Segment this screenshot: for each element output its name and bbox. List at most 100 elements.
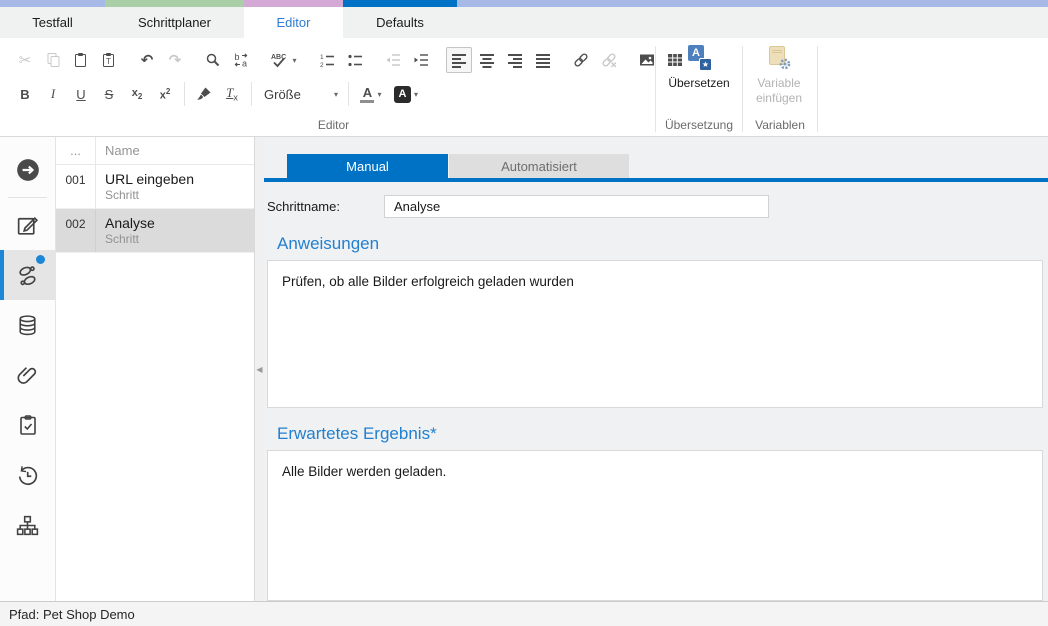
step-title: Analyse (105, 215, 155, 231)
background-color-button[interactable]: A ▾ (389, 81, 423, 107)
remove-link-button[interactable] (596, 47, 622, 73)
spellcheck-icon: ABC (271, 52, 289, 68)
cut-icon: ✂ (19, 53, 32, 68)
italic-button[interactable]: I (40, 81, 66, 107)
image-icon (639, 52, 655, 68)
tab-color-strip (244, 0, 343, 7)
chevron-down-icon: ▾ (334, 90, 338, 99)
sidebar-item-hierarchy[interactable] (0, 500, 55, 550)
sidebar-item-data[interactable] (0, 300, 55, 350)
database-icon (15, 313, 40, 338)
step-number: 002 (56, 209, 96, 252)
step-row-001[interactable]: 001 URL eingeben Schritt (56, 165, 254, 209)
clear-formatting-button[interactable]: Tx (219, 81, 245, 107)
bullet-list-button[interactable] (342, 47, 368, 73)
sidebar-item-history[interactable] (0, 450, 55, 500)
outdent-icon (385, 52, 401, 68)
redo-button[interactable]: ↷ (162, 47, 188, 73)
align-center-button[interactable] (474, 47, 500, 73)
stepname-input[interactable] (384, 195, 769, 218)
tab-editor[interactable]: Editor (244, 0, 343, 38)
stepname-row: Schrittname: (267, 195, 1043, 218)
sidebar-item-steps[interactable] (0, 250, 55, 300)
translate-icon: A ★ (685, 45, 713, 71)
sidebar-item-goto[interactable] (0, 145, 55, 195)
tab-label: Defaults (343, 7, 457, 38)
chevron-down-icon: ▾ (377, 90, 381, 99)
paste-button[interactable] (68, 47, 94, 73)
superscript-icon: x2 (160, 87, 171, 102)
window-tabbar: Testfall Schrittplaner Editor Defaults (0, 0, 1048, 38)
editor-tabs: Manual Automatisiert (267, 154, 1043, 178)
tab-schrittplaner[interactable]: Schrittplaner (105, 0, 244, 38)
group-label-translation: Übersetzung (656, 118, 742, 136)
font-size-dropdown[interactable]: Größe ▾ (258, 82, 342, 106)
instructions-textarea[interactable]: Prüfen, ob alle Bilder erfolgreich gelad… (267, 260, 1043, 408)
strikethrough-button[interactable]: S (96, 81, 122, 107)
expected-result-textarea[interactable]: Alle Bilder werden geladen. (267, 450, 1043, 601)
panel-splitter[interactable]: ◀ (255, 137, 264, 601)
path-label: Pfad: Pet Shop Demo (9, 607, 135, 622)
tab-color-strip (457, 0, 1048, 7)
collapse-left-icon[interactable]: ◀ (256, 365, 262, 374)
background-color-icon: A (394, 86, 411, 103)
search-button[interactable] (200, 47, 226, 73)
replace-button[interactable]: ba (228, 47, 254, 73)
align-left-button[interactable] (446, 47, 472, 73)
font-color-icon: A (360, 86, 374, 103)
tab-color-strip (0, 0, 105, 7)
font-color-button[interactable]: A ▾ (355, 81, 387, 107)
sidebar-divider (8, 197, 47, 198)
svg-text:a: a (242, 59, 247, 69)
link-icon (573, 52, 589, 68)
align-right-button[interactable] (502, 47, 528, 73)
steps-icon (15, 262, 41, 288)
separator (348, 82, 349, 106)
separator (184, 82, 185, 106)
format-painter-button[interactable] (191, 81, 217, 107)
justify-button[interactable] (530, 47, 556, 73)
sidebar-item-checklist[interactable] (0, 400, 55, 450)
tab-manual[interactable]: Manual (287, 154, 448, 178)
svg-text:b: b (235, 52, 240, 62)
spellcheck-button[interactable]: ABC ▾ (266, 47, 302, 73)
ordered-list-button[interactable]: 12 (314, 47, 340, 73)
align-left-icon (451, 52, 467, 68)
redo-icon: ↷ (169, 53, 182, 68)
paste-as-text-button[interactable]: T (96, 47, 122, 73)
step-editor: Manual Automatisiert Schrittname: Anweis… (264, 137, 1048, 601)
insert-link-button[interactable] (568, 47, 594, 73)
insert-variable-button[interactable]: Variable einfügen (743, 38, 815, 106)
tab-defaults[interactable]: Defaults (343, 0, 457, 38)
superscript-button[interactable]: x2 (152, 81, 178, 107)
sidebar-item-edit[interactable] (0, 200, 55, 250)
tab-label: Editor (244, 7, 343, 38)
font-size-value: Größe (264, 87, 301, 102)
svg-text:2: 2 (320, 62, 324, 68)
copy-button[interactable] (40, 47, 66, 73)
step-subtitle: Schritt (105, 232, 155, 246)
translate-button[interactable]: A ★ Übersetzen (656, 38, 742, 91)
tab-color-strip (105, 0, 244, 7)
undo-button[interactable]: ↶ (134, 47, 160, 73)
tab-testfall[interactable]: Testfall (0, 0, 105, 38)
separator (251, 82, 252, 106)
svg-text:T: T (106, 57, 111, 66)
indent-icon (413, 52, 429, 68)
step-row-002[interactable]: 002 Analyse Schritt (56, 209, 254, 253)
edit-icon (15, 213, 40, 238)
sidebar-item-attachments[interactable] (0, 350, 55, 400)
replace-icon: ba (233, 52, 249, 68)
bold-button[interactable]: B (12, 81, 38, 107)
subscript-button[interactable]: x2 (124, 81, 150, 107)
cut-button[interactable]: ✂ (12, 47, 38, 73)
paste-icon (73, 52, 89, 68)
outdent-button[interactable] (380, 47, 406, 73)
gear-icon (778, 57, 792, 71)
ribbon: ✂ T ↶ ↷ ba ABC ▾ (0, 38, 1048, 137)
indent-button[interactable] (408, 47, 434, 73)
tab-automatisiert[interactable]: Automatisiert (449, 154, 629, 178)
insert-variable-button-label: Variable einfügen (743, 76, 815, 106)
underline-button[interactable]: U (68, 81, 94, 107)
underline-icon: U (76, 87, 85, 102)
